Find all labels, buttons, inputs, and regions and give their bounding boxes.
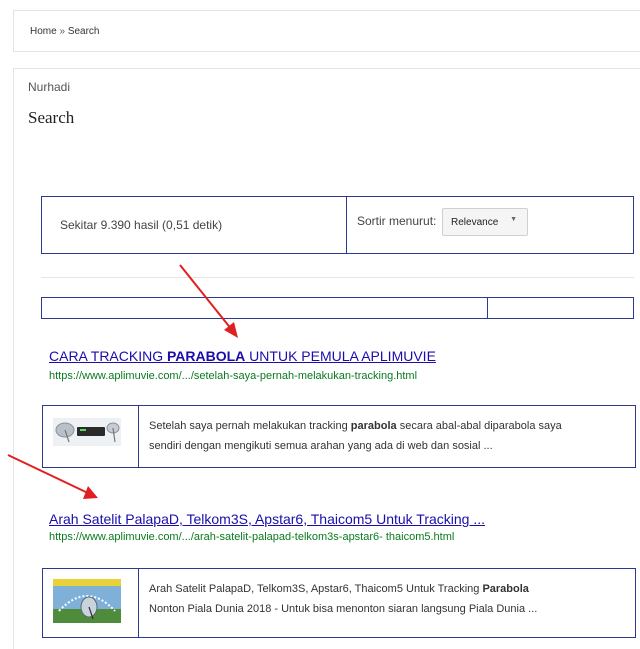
result-thumbnail[interactable] xyxy=(53,418,121,446)
result-title-link[interactable]: Arah Satelit PalapaD, Telkom3S, Apstar6,… xyxy=(49,511,485,527)
page-title: Search xyxy=(28,108,75,127)
results-header-table: Sekitar 9.390 hasil (0,51 detik) Sortir … xyxy=(41,196,634,254)
table-divider xyxy=(346,197,347,253)
snippet-line: Nonton Piala Dunia 2018 - Untuk bisa men… xyxy=(149,603,538,615)
empty-table-row xyxy=(41,297,634,319)
table-divider xyxy=(487,298,488,318)
satellite-arc-image xyxy=(53,579,121,623)
breadcrumb: Home » Search xyxy=(30,26,100,37)
snippet-highlight: parabola xyxy=(350,420,397,432)
snippet-line: Arah Satelit PalapaD, Telkom3S, Apstar6,… xyxy=(149,579,624,599)
result-url: https://www.aplimuvie.com/.../setelah-sa… xyxy=(49,370,418,382)
sort-label: Sortir menurut: xyxy=(357,214,437,228)
result-thumbnail[interactable] xyxy=(53,579,121,623)
result-title-part: CARA TRACKING xyxy=(49,348,167,364)
snippet-line: Setelah saya pernah melakukan tracking p… xyxy=(149,416,624,436)
snippet-highlight: Parabola xyxy=(482,583,529,595)
table-divider xyxy=(138,406,139,467)
chevron-down-icon: ▼ xyxy=(510,216,517,223)
snippet-part: Setelah saya pernah melakukan tracking xyxy=(149,420,351,432)
table-divider xyxy=(138,569,139,637)
result-snippet-box: Setelah saya pernah melakukan tracking p… xyxy=(42,405,636,468)
snippet-part: Arah Satelit PalapaD, Telkom3S, Apstar6,… xyxy=(149,583,483,595)
sort-dropdown[interactable]: Relevance ▼ xyxy=(442,208,528,236)
breadcrumb-separator: » xyxy=(59,26,66,37)
breadcrumb-bar: Home » Search xyxy=(13,10,640,52)
result-url: https://www.aplimuvie.com/.../arah-satel… xyxy=(49,531,455,543)
snippet-line: sendiri dengan mengikuti semua arahan ya… xyxy=(149,440,493,452)
breadcrumb-current: Search xyxy=(67,26,100,37)
result-snippet: Arah Satelit PalapaD, Telkom3S, Apstar6,… xyxy=(149,579,624,619)
snippet-part: secara abal-abal diparabola saya xyxy=(396,420,562,432)
sort-selected-value: Relevance xyxy=(451,217,499,228)
result-count-text: Sekitar 9.390 hasil (0,51 detik) xyxy=(60,218,223,232)
result-snippet: Setelah saya pernah melakukan tracking p… xyxy=(149,416,624,456)
result-title-link[interactable]: CARA TRACKING PARABOLA UNTUK PEMULA APLI… xyxy=(49,348,436,364)
satellite-receiver-image xyxy=(53,418,121,446)
author-name[interactable]: Nurhadi xyxy=(28,80,70,94)
result-snippet-box: Arah Satelit PalapaD, Telkom3S, Apstar6,… xyxy=(42,568,636,638)
breadcrumb-home-link[interactable]: Home xyxy=(30,26,57,37)
result-title-highlight: PARABOLA xyxy=(167,348,246,364)
result-title-part: UNTUK PEMULA APLIMUVIE xyxy=(245,348,436,364)
divider-line xyxy=(41,277,634,278)
